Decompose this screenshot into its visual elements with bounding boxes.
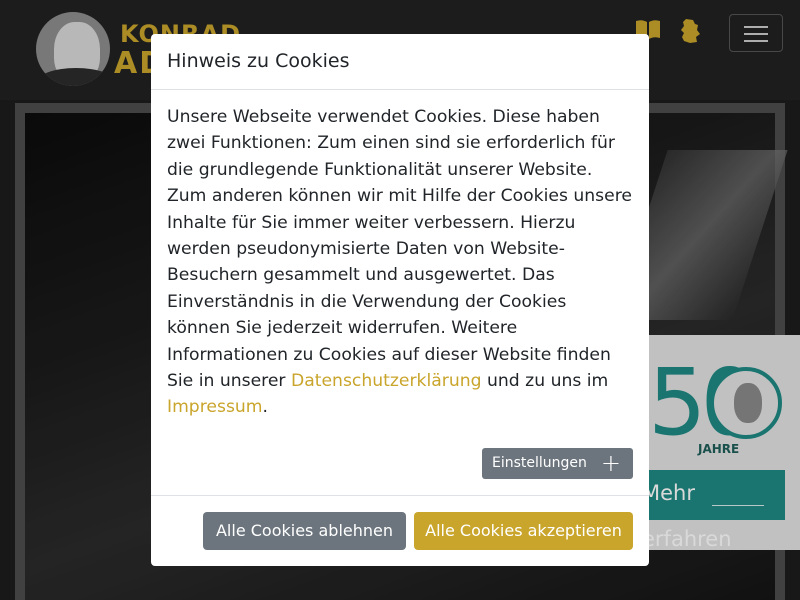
cookie-body-text: Unsere Webseite verwendet Cookies. Diese…: [167, 107, 632, 392]
modal-header: Hinweis zu Cookies: [151, 34, 649, 90]
plus-icon: +: [600, 449, 621, 477]
modal-title: Hinweis zu Cookies: [167, 50, 350, 72]
imprint-link[interactable]: Impressum: [167, 397, 263, 417]
privacy-policy-link[interactable]: Datenschutzerklärung: [291, 371, 482, 391]
cookie-end-text: .: [262, 397, 268, 418]
cookie-middle-text: und zu uns im: [481, 371, 609, 392]
modal-footer: Alle Cookies ablehnen Alle Cookies akzep…: [151, 495, 649, 566]
settings-label: Einstellungen: [492, 455, 587, 471]
modal-body: Unsere Webseite verwendet Cookies. Diese…: [151, 90, 649, 495]
reject-all-cookies-button[interactable]: Alle Cookies ablehnen: [203, 512, 406, 550]
cookie-consent-modal: Hinweis zu Cookies Unsere Webseite verwe…: [151, 34, 649, 566]
accept-all-cookies-button[interactable]: Alle Cookies akzeptieren: [414, 512, 633, 550]
cookie-description: Unsere Webseite verwendet Cookies. Diese…: [167, 104, 633, 421]
cookie-settings-button[interactable]: Einstellungen +: [482, 448, 633, 479]
